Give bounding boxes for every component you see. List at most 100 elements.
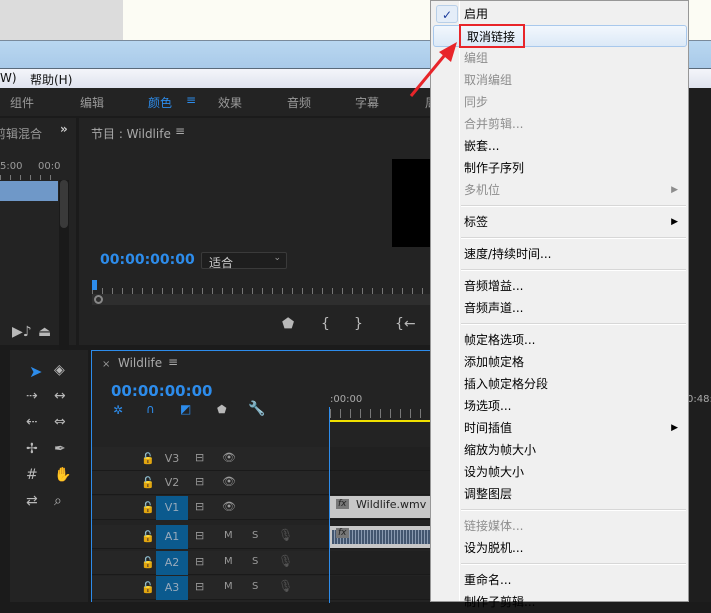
menu-item[interactable]: 速度/持续时间...: [431, 243, 688, 265]
sequence-title[interactable]: Wildlife: [118, 356, 162, 370]
ripple-edit-icon[interactable]: ↔: [54, 388, 66, 404]
menu-item[interactable]: 插入帧定格分段: [431, 373, 688, 395]
sync-lock-icon[interactable]: ⊟: [195, 529, 204, 542]
add-marker-icon[interactable]: ⬟: [217, 403, 227, 416]
menu-item[interactable]: 设为脱机...: [431, 537, 688, 559]
lock-icon[interactable]: 🔓: [141, 530, 155, 543]
zoom-select[interactable]: 适合 ⌄: [201, 252, 287, 270]
program-timecode[interactable]: 00:00:00:00: [100, 252, 195, 268]
clip-bar: [0, 181, 58, 201]
slide-tool-icon[interactable]: #: [26, 467, 38, 483]
tab-titles[interactable]: 字幕: [355, 94, 379, 111]
microphone-icon[interactable]: 🎙: [278, 528, 293, 542]
menu-item[interactable]: 时间插值 ▶: [431, 417, 688, 439]
zoom-tool-icon[interactable]: ⌕: [54, 493, 62, 509]
selection-tool-icon[interactable]: ➤: [29, 362, 42, 381]
wrench-icon[interactable]: 🔧: [248, 401, 265, 417]
menu-window[interactable]: W): [0, 71, 17, 85]
tab-assembly[interactable]: 组件: [10, 94, 34, 111]
marker-icon[interactable]: ⬟: [282, 316, 294, 332]
sync-lock-icon[interactable]: ⊟: [195, 500, 204, 513]
scrollbar[interactable]: [59, 180, 69, 375]
tab-color[interactable]: 颜色: [148, 94, 172, 111]
menu-item[interactable]: 设为帧大小: [431, 461, 688, 483]
tab-effects[interactable]: 效果: [218, 94, 242, 111]
export-icon[interactable]: ⏏: [38, 324, 51, 340]
menu-item[interactable]: ✓ 启用: [431, 3, 688, 25]
lock-icon[interactable]: 🔓: [141, 452, 155, 465]
mark-in-icon[interactable]: {: [321, 316, 330, 332]
panel-menu-icon[interactable]: ≡: [175, 124, 185, 138]
nest-icon[interactable]: ✲: [113, 403, 123, 417]
track-select-icon[interactable]: ⇢: [26, 388, 38, 404]
menu-item[interactable]: 缩放为帧大小: [431, 439, 688, 461]
timeline-ruler[interactable]: [330, 409, 431, 418]
microphone-icon[interactable]: 🎙: [278, 554, 293, 568]
track-select-backward-icon[interactable]: ⇄: [26, 493, 38, 509]
mute-button[interactable]: M: [224, 556, 233, 567]
go-to-in-icon[interactable]: {←: [395, 316, 416, 332]
video-clip[interactable]: fx Wildlife.wmv [V]: [330, 496, 446, 518]
tab-audio[interactable]: 音频: [287, 94, 311, 111]
track-target-toggle[interactable]: A2: [156, 551, 188, 575]
rate-stretch-icon[interactable]: ⇔: [54, 414, 66, 430]
check-icon: ✓: [436, 5, 458, 23]
mark-out-icon[interactable]: }: [354, 316, 363, 332]
solo-button[interactable]: S: [252, 581, 258, 592]
menu-item[interactable]: 制作子剪辑...: [431, 591, 688, 613]
eye-icon[interactable]: 👁: [222, 475, 236, 488]
microphone-icon[interactable]: 🎙: [278, 579, 293, 593]
timeline-timecode[interactable]: 00:00:00:00: [111, 382, 213, 400]
linked-selection-icon[interactable]: ◩: [180, 402, 191, 416]
scroll-handle[interactable]: [94, 295, 103, 304]
eye-icon[interactable]: 👁: [222, 451, 236, 464]
menu-help[interactable]: 帮助(H): [30, 71, 72, 88]
lock-icon[interactable]: 🔓: [141, 501, 155, 514]
razor-tool-icon[interactable]: ◈: [54, 362, 65, 378]
sync-lock-icon[interactable]: ⊟: [195, 451, 204, 464]
menu-item[interactable]: 音频声道...: [431, 297, 688, 319]
sync-lock-icon[interactable]: ⊟: [195, 555, 204, 568]
zoom-scrollbar[interactable]: [92, 294, 430, 305]
solo-button[interactable]: S: [252, 530, 258, 541]
work-area-bar[interactable]: [330, 420, 431, 422]
track-target-toggle[interactable]: A1: [156, 525, 188, 549]
audio-clip[interactable]: fx: [330, 526, 430, 548]
pen-tool-icon[interactable]: ✒: [54, 441, 66, 457]
hand-tool-icon[interactable]: ✋: [54, 467, 71, 483]
menu-item[interactable]: 制作子序列: [431, 157, 688, 179]
menu-item[interactable]: 音频增益...: [431, 275, 688, 297]
lock-icon[interactable]: 🔓: [141, 556, 155, 569]
lock-icon[interactable]: 🔓: [141, 476, 155, 489]
workspace-menu-icon[interactable]: ≡: [186, 93, 196, 107]
mute-button[interactable]: M: [224, 530, 233, 541]
menu-item[interactable]: 调整图层: [431, 483, 688, 505]
slip-tool-icon[interactable]: ✢: [26, 441, 38, 457]
menu-item[interactable]: 帧定格选项...: [431, 329, 688, 351]
lock-icon[interactable]: 🔓: [141, 581, 155, 594]
track-target-toggle[interactable]: A3: [156, 576, 188, 600]
menu-item[interactable]: 添加帧定格: [431, 351, 688, 373]
eye-icon[interactable]: 👁: [222, 500, 236, 513]
snap-icon[interactable]: ∩: [146, 402, 155, 416]
close-icon[interactable]: ×: [102, 359, 110, 370]
track-target-toggle[interactable]: V2: [156, 471, 188, 495]
menu-item[interactable]: 重命名...: [431, 569, 688, 591]
menu-item[interactable]: 标签 ▶: [431, 211, 688, 233]
solo-button[interactable]: S: [252, 556, 258, 567]
rolling-edit-icon[interactable]: ⇠: [26, 414, 38, 430]
playhead[interactable]: [92, 280, 97, 290]
panel-title[interactable]: 剪辑混合: [0, 125, 42, 142]
track-target-toggle[interactable]: V3: [156, 447, 188, 471]
overflow-icon[interactable]: »: [60, 122, 68, 136]
tab-editing[interactable]: 编辑: [80, 94, 104, 111]
panel-menu-icon[interactable]: ≡: [168, 355, 178, 369]
menu-item-label: 链接媒体...: [464, 519, 524, 533]
mute-button[interactable]: M: [224, 581, 233, 592]
insert-audio-icon[interactable]: ▶♪: [12, 324, 32, 340]
sync-lock-icon[interactable]: ⊟: [195, 475, 204, 488]
sync-lock-icon[interactable]: ⊟: [195, 580, 204, 593]
menu-item[interactable]: 嵌套...: [431, 135, 688, 157]
menu-item[interactable]: 场选项...: [431, 395, 688, 417]
track-target-toggle[interactable]: V1: [156, 496, 188, 520]
